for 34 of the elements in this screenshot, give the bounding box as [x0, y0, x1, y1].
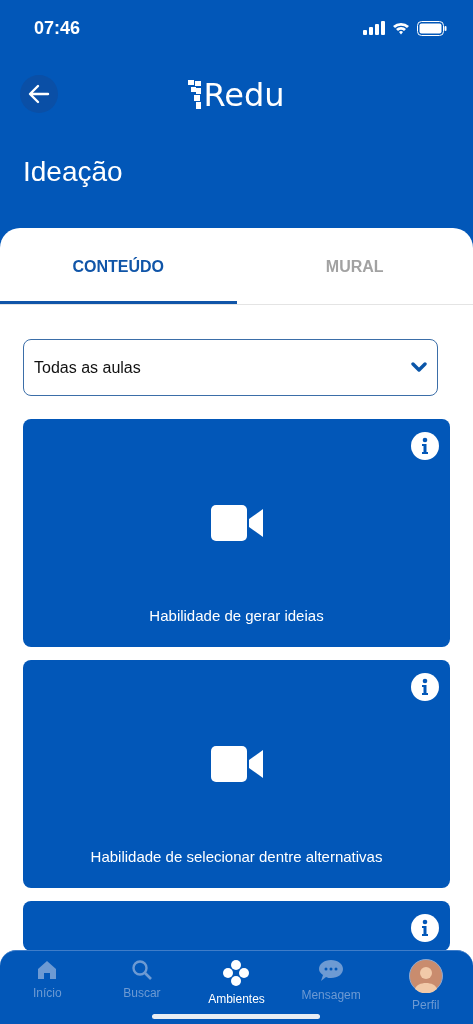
nav-label: Perfil: [412, 998, 440, 1012]
home-icon: [36, 959, 59, 981]
video-camera-icon: [210, 505, 263, 541]
nav-label: Início: [32, 986, 62, 1000]
lesson-card[interactable]: [23, 901, 450, 951]
lesson-card[interactable]: Habilidade de gerar ideias: [23, 419, 450, 647]
nav-label: Ambientes: [208, 992, 265, 1006]
info-icon[interactable]: [411, 914, 439, 942]
lesson-card[interactable]: Habilidade de selecionar dentre alternativas: [23, 660, 450, 888]
search-icon: [130, 959, 153, 981]
nav-label: Mensagem: [301, 988, 361, 1002]
nav-label: Buscar: [123, 986, 161, 1000]
dots-icon: [222, 959, 251, 987]
page-title: Ideação: [22, 155, 124, 189]
lesson-select[interactable]: Todas as aulas: [23, 339, 438, 396]
select-value: Todas as aulas: [34, 358, 141, 377]
signal-icon: [363, 21, 385, 35]
video-camera-icon: [210, 746, 263, 782]
nav-item[interactable]: Ambientes: [189, 959, 284, 1024]
back-arrow-icon: [28, 84, 50, 104]
wifi-icon: [392, 21, 410, 35]
battery-icon: [417, 20, 447, 36]
avatar-icon: [408, 959, 443, 993]
chat-icon: [318, 959, 345, 983]
info-icon[interactable]: [411, 432, 439, 460]
chevron-down-icon: [411, 361, 427, 374]
tab[interactable]: CONTEÚDO: [0, 228, 237, 304]
status-time: 07:46: [34, 17, 81, 39]
back-button[interactable]: [20, 75, 58, 113]
logo-text: Redu: [203, 76, 285, 114]
info-icon[interactable]: [411, 673, 439, 701]
lesson-title: Habilidade de gerar ideias: [148, 607, 325, 624]
lesson-title: Habilidade de selecionar dentre alternativas: [89, 848, 384, 865]
logo-mark-icon: [188, 80, 203, 110]
